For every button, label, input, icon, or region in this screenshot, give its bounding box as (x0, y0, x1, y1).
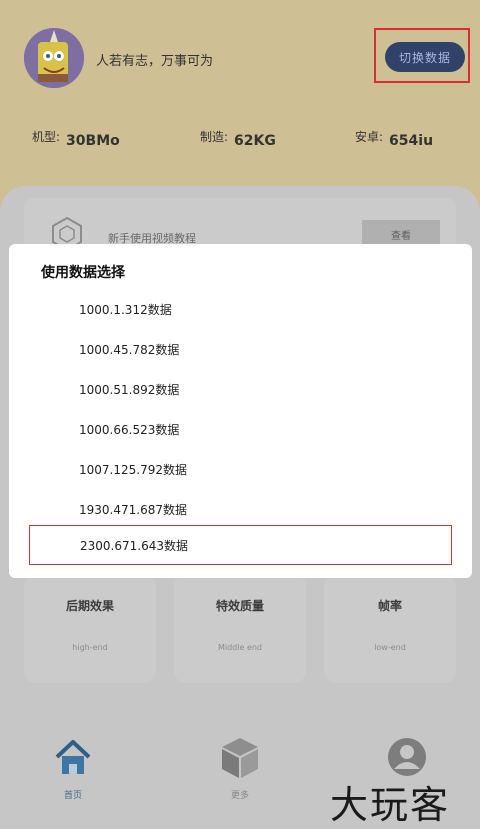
dialog-option[interactable]: 1000.45.782数据 (29, 329, 452, 369)
dialog-option[interactable]: 1000.1.312数据 (29, 289, 452, 329)
nav-more[interactable]: 更多 (200, 736, 280, 806)
home-icon (55, 740, 91, 774)
card-subtitle: Middle end (217, 643, 263, 652)
card-title: 帧率 (377, 599, 402, 613)
card-title: 后期效果 (65, 599, 114, 613)
stat-manufacture: 制造: 62KG (200, 128, 276, 149)
stat-manufacture-value: 62KG (234, 133, 276, 149)
motto-text: 人若有志，万事可为 (96, 54, 214, 69)
nav-home[interactable]: 首页 (33, 736, 113, 806)
stat-model: 机型: 30BMo (32, 128, 120, 149)
nav-more-label: 更多 (230, 791, 249, 801)
dialog-title: 使用数据选择 (41, 265, 125, 281)
stat-android: 安卓: 654iu (355, 128, 433, 149)
watermark: 大玩客 (330, 783, 451, 827)
stat-manufacture-label: 制造: (200, 130, 229, 144)
nav-home-label: 首页 (63, 791, 82, 801)
dialog-option[interactable]: 1007.125.792数据 (29, 449, 452, 489)
card-frame-rate[interactable]: 帧率 low-end (324, 575, 456, 683)
stat-model-value: 30BMo (66, 133, 120, 149)
dialog-option-highlighted[interactable]: 2300.671.643数据 (29, 525, 452, 565)
data-select-dialog: 使用数据选择 1000.1.312数据 1000.45.782数据 1000.5… (9, 244, 472, 578)
dialog-option[interactable]: 1000.66.523数据 (29, 409, 452, 449)
card-effect-quality[interactable]: 特效质量 Middle end (174, 575, 306, 683)
user-icon (388, 738, 426, 776)
switch-data-button[interactable]: 切换数据 (385, 42, 465, 72)
dialog-option[interactable]: 1930.471.687数据 (29, 489, 452, 529)
dialog-option[interactable]: 1000.51.892数据 (29, 369, 452, 409)
avatar[interactable] (24, 28, 84, 88)
stat-android-label: 安卓: (355, 130, 384, 144)
stat-model-label: 机型: (32, 130, 61, 144)
stat-android-value: 654iu (389, 133, 434, 149)
card-post-effects[interactable]: 后期效果 high-end (24, 575, 156, 683)
card-subtitle: low-end (374, 643, 406, 652)
cube-icon (222, 738, 258, 778)
card-title: 特效质量 (215, 599, 264, 613)
card-subtitle: high-end (72, 643, 108, 652)
